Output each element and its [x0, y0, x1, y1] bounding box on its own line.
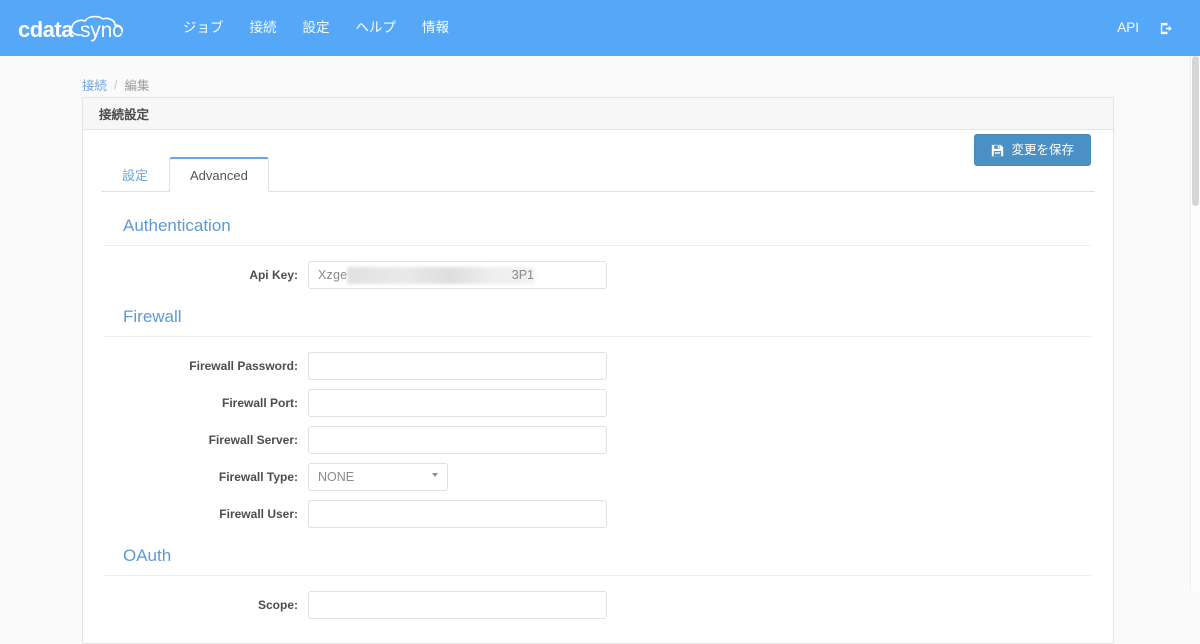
field-row-firewall-password: Firewall Password:	[105, 347, 1091, 384]
nav-item-help[interactable]: ヘルプ	[343, 0, 410, 56]
section-title-oauth: OAuth	[105, 532, 1091, 576]
cdata-sync-logo[interactable]: cdata sync	[18, 11, 140, 45]
section-body-authentication: Api Key: Xzge 3P1	[105, 246, 1091, 293]
nav-item-api[interactable]: API	[1105, 0, 1151, 56]
firewall-user-input[interactable]	[308, 499, 607, 528]
page-scrollbar-track[interactable]	[1190, 56, 1200, 591]
tab-settings[interactable]: 設定	[101, 157, 169, 192]
label-scope: Scope:	[257, 597, 298, 612]
label-firewall-password: Firewall Password:	[189, 358, 298, 373]
field-row-firewall-user: Firewall User:	[105, 495, 1091, 532]
scope-input[interactable]	[308, 590, 607, 619]
label-firewall-server: Firewall Server:	[208, 432, 298, 447]
breadcrumb-connections[interactable]: 接続	[82, 75, 107, 94]
field-row-scope: Scope:	[105, 586, 1091, 623]
nav-item-info[interactable]: 情報	[409, 0, 462, 56]
firewall-type-select-wrap: NONE	[308, 462, 448, 491]
save-button-label: 変更を保存	[1011, 143, 1074, 157]
save-changes-button[interactable]: 変更を保存	[974, 134, 1091, 166]
breadcrumb: 接続 / 編集	[82, 75, 150, 94]
nav-links: ジョブ 接続 設定 ヘルプ 情報	[170, 0, 462, 56]
label-firewall-user: Firewall User:	[219, 506, 298, 521]
svg-text:cdata: cdata	[18, 17, 74, 42]
section-body-oauth: Scope:	[105, 576, 1091, 623]
api-key-value-suffix: 3P1	[511, 267, 534, 282]
field-row-firewall-server: Firewall Server:	[105, 421, 1091, 458]
api-key-value-prefix: Xzge	[318, 267, 348, 282]
page-scrollbar-thumb[interactable]	[1192, 56, 1199, 206]
field-row-firewall-port: Firewall Port:	[105, 384, 1091, 421]
nav-item-settings[interactable]: 設定	[290, 0, 343, 56]
advanced-form: Authentication Api Key: Xzge 3P1 Firewal…	[83, 192, 1113, 643]
top-navbar: cdata sync ジョブ 接続 設定 ヘルプ 情報 API	[0, 0, 1200, 56]
breadcrumb-separator: /	[114, 77, 118, 92]
tab-bar: 設定 Advanced 変更を保存	[101, 134, 1095, 192]
label-firewall-port: Firewall Port:	[221, 395, 298, 410]
section-title-authentication: Authentication	[105, 206, 1091, 246]
svg-text:sync: sync	[80, 19, 122, 42]
nav-right-group: API	[1105, 0, 1200, 56]
firewall-type-select[interactable]: NONE	[308, 462, 448, 491]
nav-item-connections[interactable]: 接続	[237, 0, 290, 56]
nav-item-jobs[interactable]: ジョブ	[170, 0, 237, 56]
sign-out-icon[interactable]	[1151, 21, 1182, 36]
section-body-firewall: Firewall Password: Firewall Port: Firewa…	[105, 337, 1091, 532]
firewall-port-input[interactable]	[308, 388, 607, 417]
section-title-firewall: Firewall	[105, 293, 1091, 337]
panel-title: 接続設定	[83, 98, 1113, 130]
label-firewall-type: Firewall Type:	[218, 469, 298, 484]
firewall-server-input[interactable]	[308, 425, 607, 454]
connection-settings-panel: 接続設定 設定 Advanced 変更を保存 Authentication Ap…	[82, 97, 1114, 644]
page-body: 接続 / 編集 接続設定 設定 Advanced 変更を保存 Authentic…	[0, 56, 1190, 644]
field-row-api-key: Api Key: Xzge 3P1	[105, 256, 1091, 293]
label-api-key: Api Key:	[249, 267, 298, 282]
tab-advanced[interactable]: Advanced	[169, 157, 269, 192]
firewall-password-input[interactable]	[308, 351, 607, 380]
field-row-firewall-type: Firewall Type: NONE	[105, 458, 1091, 495]
api-key-input[interactable]: Xzge 3P1	[308, 260, 607, 289]
floppy-disk-icon	[991, 144, 1004, 157]
breadcrumb-current: 編集	[124, 79, 150, 93]
api-key-redaction-overlay	[347, 266, 535, 284]
panel-body: 設定 Advanced 変更を保存 Authentication Api Key…	[83, 134, 1113, 643]
